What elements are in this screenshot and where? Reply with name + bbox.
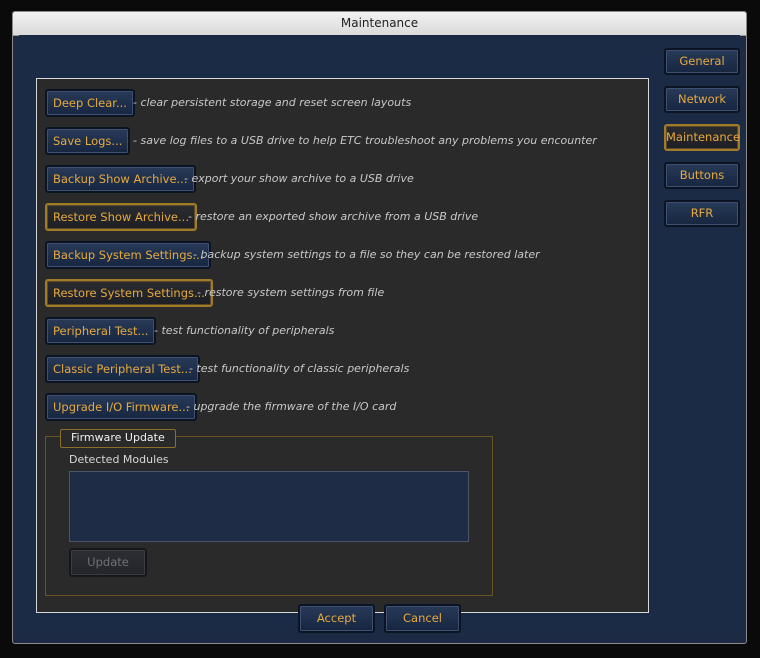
peripheral-test-description: - test functionality of peripherals xyxy=(154,324,335,337)
restore-system-settings-description: - restore system settings from file xyxy=(197,286,385,299)
save-logs-description: - save log files to a USB drive to help … xyxy=(133,134,597,147)
backup-show-archive-description: - export your show archive to a USB driv… xyxy=(184,172,414,185)
deep-clear-button[interactable]: Deep Clear... xyxy=(45,89,135,117)
cancel-button[interactable]: Cancel xyxy=(384,604,461,633)
tab-network[interactable]: Network xyxy=(664,86,740,113)
maintenance-dialog: Maintenance Deep Clear... - clear persis… xyxy=(12,11,747,644)
dialog-body: Deep Clear... - clear persistent storage… xyxy=(19,35,740,634)
tab-general[interactable]: General xyxy=(664,48,740,75)
save-logs-button[interactable]: Save Logs... xyxy=(45,127,131,155)
backup-system-settings-description: - backup system settings to a file so th… xyxy=(193,248,540,261)
backup-system-settings-button[interactable]: Backup System Settings... xyxy=(45,241,212,269)
restore-system-settings-button[interactable]: Restore System Settings... xyxy=(45,279,213,307)
update-button[interactable]: Update xyxy=(69,548,147,577)
peripheral-test-button[interactable]: Peripheral Test... xyxy=(45,317,157,345)
deep-clear-description: - clear persistent storage and reset scr… xyxy=(133,96,412,109)
detected-modules-list[interactable] xyxy=(69,471,469,542)
restore-show-archive-description: - restore an exported show archive from … xyxy=(188,210,479,223)
detected-modules-label: Detected Modules xyxy=(69,453,169,466)
accept-button[interactable]: Accept xyxy=(298,604,375,633)
classic-peripheral-test-button[interactable]: Classic Peripheral Test... xyxy=(45,355,200,383)
backup-show-archive-button[interactable]: Backup Show Archive... xyxy=(45,165,196,193)
classic-peripheral-test-description: - test functionality of classic peripher… xyxy=(189,362,410,375)
firmware-update-label: Firmware Update xyxy=(60,429,176,448)
dialog-title: Maintenance xyxy=(13,12,746,36)
tab-maintenance[interactable]: Maintenance xyxy=(664,124,740,151)
upgrade-io-firmware-button[interactable]: Upgrade I/O Firmware... xyxy=(45,393,198,421)
upgrade-io-firmware-description: - upgrade the firmware of the I/O card xyxy=(186,400,397,413)
tab-buttons[interactable]: Buttons xyxy=(664,162,740,189)
tab-rfr[interactable]: RFR xyxy=(664,200,740,227)
restore-show-archive-button[interactable]: Restore Show Archive... xyxy=(45,203,197,231)
